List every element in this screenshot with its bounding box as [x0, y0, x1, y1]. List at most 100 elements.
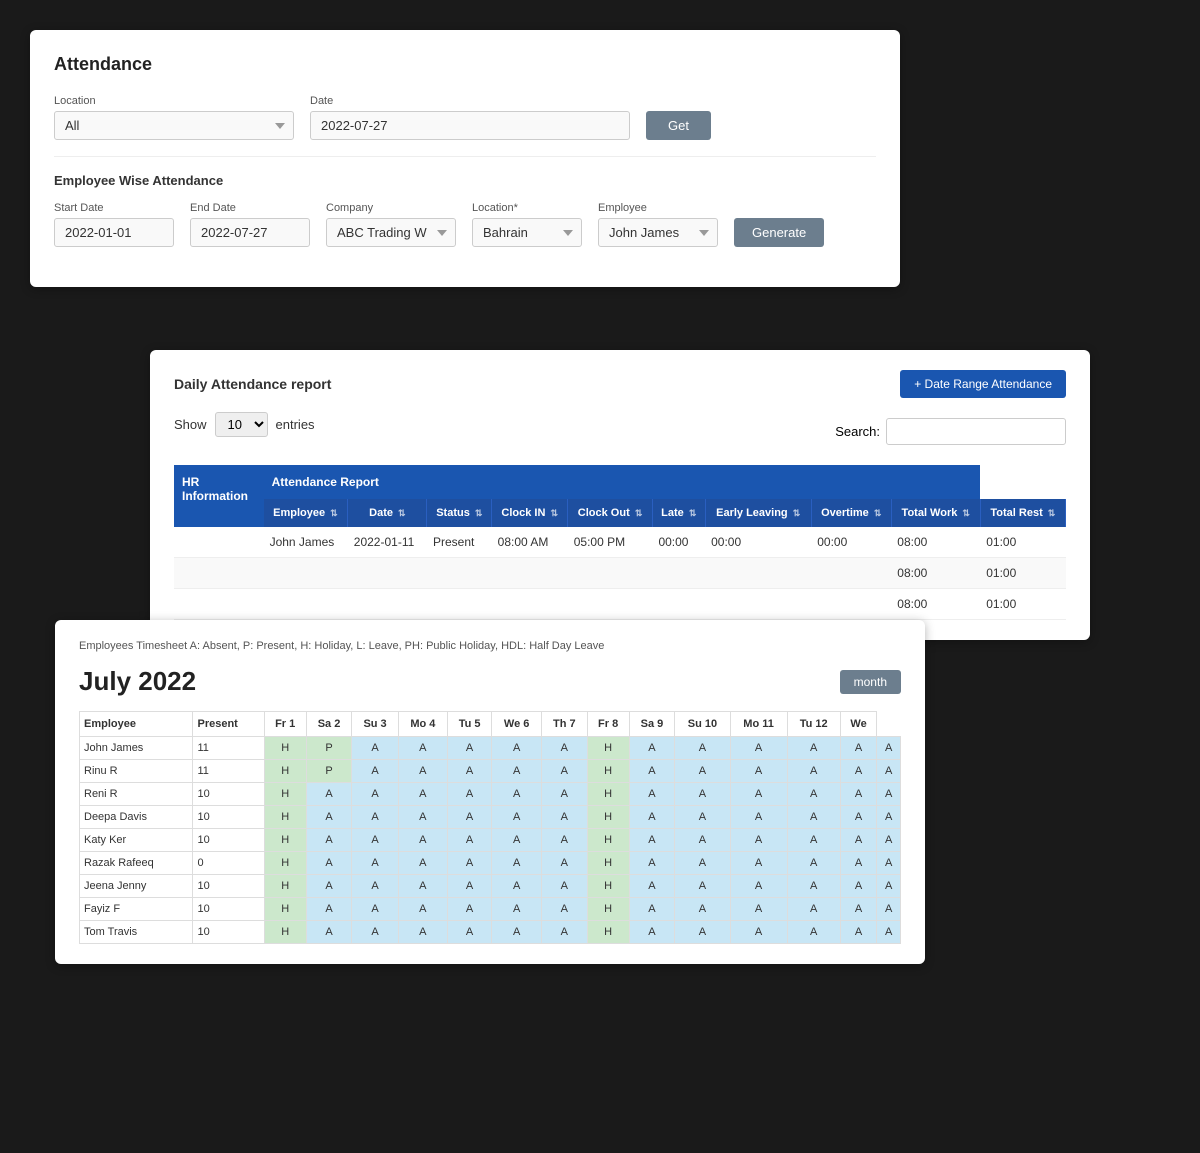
ts-present-count: 10	[193, 783, 264, 806]
ts-cell: A	[541, 875, 587, 898]
ts-row: Deepa Davis10HAAAAAAHAAAAAA	[80, 806, 901, 829]
sort-icon-total-work: ⇅	[962, 508, 970, 518]
attendance-report-header: Attendance Report	[264, 465, 981, 499]
ts-cell: A	[629, 852, 675, 875]
section-title: Employee Wise Attendance	[54, 173, 876, 188]
show-select[interactable]: 10	[215, 412, 268, 437]
ts-cell: A	[398, 898, 447, 921]
ts-cell: A	[447, 829, 491, 852]
ts-cell: A	[675, 898, 730, 921]
daily-report-header: Daily Attendance report + Date Range Att…	[174, 370, 1066, 398]
timesheet-legend: Employees Timesheet A: Absent, P: Presen…	[79, 640, 901, 652]
entries-search-row: Show 10 entries Search:	[174, 412, 1066, 451]
ts-cell: A	[629, 737, 675, 760]
ts-cell: P	[306, 760, 352, 783]
ts-col-11: Su 10	[675, 712, 730, 737]
ts-cell: A	[629, 783, 675, 806]
ts-col-12: Mo 11	[730, 712, 787, 737]
td-employee	[264, 558, 348, 589]
search-input[interactable]	[886, 418, 1066, 445]
td-late: 00:00	[652, 527, 705, 558]
end-date-input[interactable]	[190, 218, 310, 247]
ts-cell: A	[787, 921, 840, 944]
employee-select[interactable]: John James	[598, 218, 718, 247]
location-label: Location	[54, 95, 294, 107]
ts-employee-name: Razak Rafeeq	[80, 852, 193, 875]
sort-icon-overtime: ⇅	[874, 508, 882, 518]
ts-cell: A	[447, 875, 491, 898]
ts-employee-name: Jeena Jenny	[80, 875, 193, 898]
col-clock-out: Clock Out ⇅	[568, 499, 653, 527]
ts-cell: A	[492, 852, 542, 875]
ts-cell: A	[492, 921, 542, 944]
ts-col-4: Su 3	[352, 712, 398, 737]
ts-cell: A	[629, 921, 675, 944]
ts-employee-name: Katy Ker	[80, 829, 193, 852]
ts-cell: A	[541, 829, 587, 852]
td-empty	[174, 558, 264, 589]
td-clock_out	[568, 589, 653, 620]
ts-cell: A	[675, 806, 730, 829]
ts-cell: A	[730, 852, 787, 875]
td-date	[348, 558, 427, 589]
ts-present-count: 11	[193, 737, 264, 760]
ts-cell: A	[730, 760, 787, 783]
ts-row: Rinu R11HPAAAAAHAAAAAA	[80, 760, 901, 783]
ts-col-5: Mo 4	[398, 712, 447, 737]
sort-icon-clock-in: ⇅	[550, 508, 558, 518]
ts-cell: A	[306, 829, 352, 852]
ts-cell-partial: A	[877, 760, 901, 783]
ts-present-count: 10	[193, 829, 264, 852]
table-row: 08:0001:00	[174, 558, 1066, 589]
ts-cell: A	[398, 737, 447, 760]
ts-present-count: 10	[193, 921, 264, 944]
col-overtime: Overtime ⇅	[811, 499, 891, 527]
ts-row: Reni R10HAAAAAAHAAAAAA	[80, 783, 901, 806]
ts-cell: A	[629, 806, 675, 829]
generate-button[interactable]: Generate	[734, 218, 824, 247]
location-star-label: Location*	[472, 202, 582, 214]
ts-cell: A	[787, 806, 840, 829]
ts-row: Fayiz F10HAAAAAAHAAAAAA	[80, 898, 901, 921]
ts-cell: H	[264, 783, 306, 806]
ts-cell: A	[447, 783, 491, 806]
date-range-button[interactable]: + Date Range Attendance	[900, 370, 1066, 398]
ts-col-8: Th 7	[541, 712, 587, 737]
ts-col-6: Tu 5	[447, 712, 491, 737]
ts-cell: A	[730, 875, 787, 898]
td-total_work: 08:00	[891, 558, 980, 589]
ts-cell-partial: A	[877, 921, 901, 944]
ts-present-count: 10	[193, 898, 264, 921]
ts-cell: A	[787, 852, 840, 875]
td-date: 2022-01-11	[348, 527, 427, 558]
ts-employee-name: Rinu R	[80, 760, 193, 783]
location-select[interactable]: All	[54, 111, 294, 140]
search-label: Search:	[835, 424, 880, 439]
sort-icon-early-leaving: ⇅	[793, 508, 801, 518]
ts-cell: A	[840, 737, 876, 760]
month-button[interactable]: month	[840, 670, 901, 694]
start-date-input[interactable]	[54, 218, 174, 247]
ts-cell: A	[675, 875, 730, 898]
ts-cell: A	[675, 829, 730, 852]
td-status	[427, 589, 492, 620]
ts-cell: A	[492, 806, 542, 829]
date-input[interactable]	[310, 111, 630, 140]
timesheet-header: July 2022 month	[79, 666, 901, 697]
td-date	[348, 589, 427, 620]
company-select[interactable]: ABC Trading W	[326, 218, 456, 247]
ts-col-7: We 6	[492, 712, 542, 737]
ts-cell: H	[587, 921, 629, 944]
td-total_rest: 01:00	[980, 527, 1065, 558]
ts-cell: A	[675, 783, 730, 806]
td-overtime: 00:00	[811, 527, 891, 558]
ts-cell: A	[306, 875, 352, 898]
location-star-group: Location* Bahrain	[472, 202, 582, 247]
location-star-select[interactable]: Bahrain	[472, 218, 582, 247]
td-clock_in: 08:00 AM	[492, 527, 568, 558]
ts-col-3: Sa 2	[306, 712, 352, 737]
divider	[54, 156, 876, 157]
ts-cell: H	[264, 760, 306, 783]
get-button[interactable]: Get	[646, 111, 711, 140]
ts-cell: H	[587, 829, 629, 852]
